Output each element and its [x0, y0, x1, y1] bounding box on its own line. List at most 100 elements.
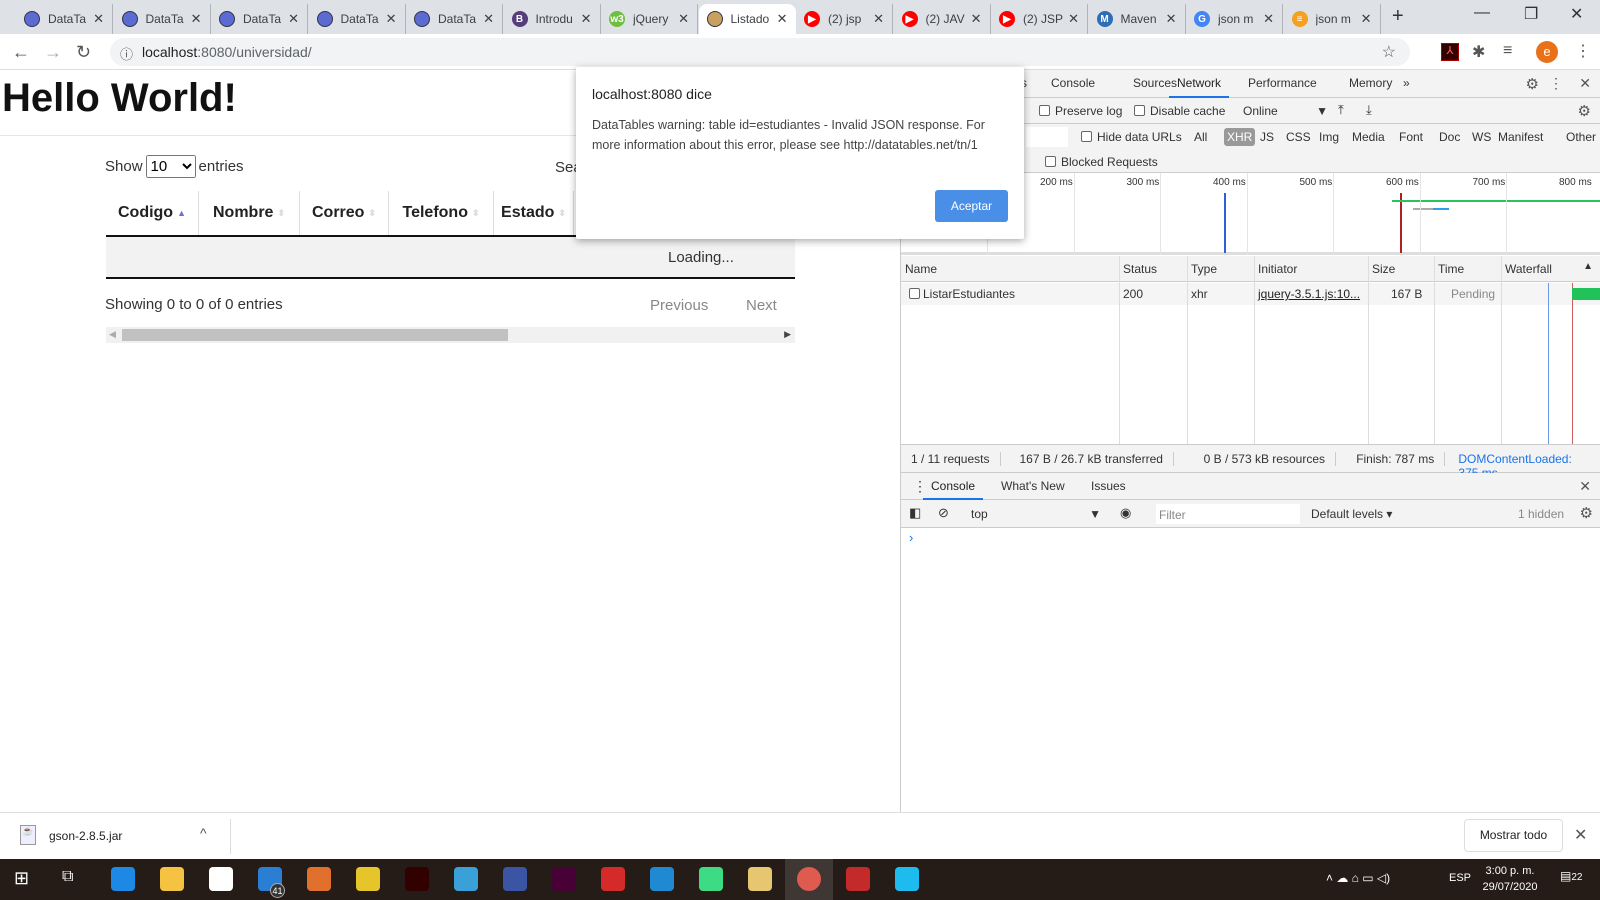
internet-explorer-icon[interactable]: [895, 867, 919, 891]
drawer-tab-whatsnew[interactable]: What's New: [1001, 479, 1065, 493]
store-icon[interactable]: [209, 867, 233, 891]
console-settings-icon[interactable]: ⚙: [1580, 504, 1593, 522]
filter-other[interactable]: Other: [1563, 128, 1599, 146]
console-prompt-icon[interactable]: ›: [909, 530, 913, 545]
groove-icon[interactable]: [307, 867, 331, 891]
task-view-icon[interactable]: ⧉: [62, 868, 73, 886]
new-tab-button[interactable]: +: [1392, 5, 1404, 28]
column-status[interactable]: Status: [1123, 262, 1157, 276]
browser-tab[interactable]: DataTa ✕: [114, 4, 211, 34]
close-tab-icon[interactable]: ✕: [1068, 11, 1079, 27]
export-har-icon[interactable]: ⤓: [1366, 102, 1372, 118]
column-header-nombre[interactable]: Nombre ⬍: [199, 191, 300, 235]
browser-tab[interactable]: ▶ (2) JAV ✕: [894, 4, 991, 34]
column-time[interactable]: Time: [1438, 262, 1464, 276]
clear-console-icon[interactable]: ⊘: [938, 505, 949, 521]
browser-tab[interactable]: DataTa ✕: [16, 4, 113, 34]
extensions-icon[interactable]: ✱: [1472, 42, 1485, 62]
horizontal-scrollbar[interactable]: ◀ ▶: [106, 327, 795, 343]
close-tab-icon[interactable]: ✕: [1361, 11, 1372, 27]
drawer-close-icon[interactable]: ✕: [1579, 478, 1591, 495]
devtools-tab-performance[interactable]: Performance: [1248, 76, 1317, 90]
request-initiator[interactable]: jquery-3.5.1.js:10...: [1258, 287, 1360, 301]
close-tab-icon[interactable]: ✕: [93, 11, 104, 27]
dreamweaver-icon[interactable]: [552, 867, 576, 891]
scrollbar-thumb[interactable]: [122, 329, 508, 341]
scroll-left-icon[interactable]: ◀: [109, 329, 116, 340]
media-queue-icon[interactable]: ≡: [1503, 42, 1512, 60]
live-expression-eye-icon[interactable]: ◉: [1120, 505, 1131, 521]
menu-kebab-icon[interactable]: ⋮: [1575, 41, 1591, 61]
profile-avatar[interactable]: e: [1536, 41, 1558, 63]
import-har-icon[interactable]: ⤒: [1338, 102, 1344, 118]
filter-js[interactable]: JS: [1257, 128, 1277, 146]
close-tab-icon[interactable]: ✕: [971, 11, 982, 27]
browser-tab[interactable]: DataTa ✕: [211, 4, 308, 34]
filter-font[interactable]: Font: [1396, 128, 1426, 146]
filter-doc[interactable]: Doc: [1436, 128, 1463, 146]
bookmark-star-icon[interactable]: ☆: [1382, 42, 1396, 62]
forward-icon[interactable]: →: [44, 42, 62, 63]
column-header-telefono[interactable]: Telefono ⬍: [389, 191, 494, 235]
throttling-select[interactable]: Online ▼: [1243, 104, 1328, 118]
edge-icon[interactable]: [111, 867, 135, 891]
filter-css[interactable]: CSS: [1283, 128, 1314, 146]
show-all-button[interactable]: Mostrar todo: [1464, 819, 1563, 852]
hub-icon[interactable]: [601, 867, 625, 891]
close-tab-icon[interactable]: ✕: [581, 11, 592, 27]
browser-tab[interactable]: M Maven ✕: [1089, 4, 1186, 34]
visio-icon[interactable]: [503, 867, 527, 891]
illustrator-icon[interactable]: [405, 867, 429, 891]
close-tab-icon[interactable]: ✕: [678, 11, 689, 27]
language-indicator[interactable]: ESP: [1449, 872, 1471, 884]
devtools-tab-memory[interactable]: Memory: [1349, 76, 1392, 90]
close-tab-icon[interactable]: ✕: [1166, 11, 1177, 27]
clock[interactable]: 3:00 p. m. 29/07/2020: [1480, 863, 1540, 895]
acrobat-pen-icon[interactable]: [846, 867, 870, 891]
browser-tab[interactable]: ▶ (2) JSP ✕: [991, 4, 1088, 34]
page-length-select[interactable]: 10: [145, 155, 196, 178]
filter-input[interactable]: [1026, 127, 1068, 147]
scroll-right-icon[interactable]: ▶: [784, 329, 791, 340]
close-tab-icon[interactable]: ✕: [386, 11, 397, 27]
android-studio-icon[interactable]: [699, 867, 723, 891]
acrobat-extension-icon[interactable]: ⅄: [1441, 43, 1459, 61]
close-window-button[interactable]: ✕: [1570, 4, 1583, 24]
column-name[interactable]: Name: [905, 262, 937, 276]
info-icon[interactable]: ⓘ: [120, 44, 133, 63]
log-levels-select[interactable]: Default levels ▾: [1311, 507, 1392, 521]
close-download-bar-icon[interactable]: ✕: [1574, 825, 1587, 845]
browser-tab[interactable]: ≡ json m ✕: [1284, 4, 1381, 34]
column-header-codigo[interactable]: Codigo ▲: [106, 191, 199, 235]
sticky-tool-icon[interactable]: [356, 867, 380, 891]
maximize-button[interactable]: ❐: [1524, 4, 1538, 24]
sidebar-toggle-icon[interactable]: ◧: [909, 505, 921, 521]
devtools-tab-network[interactable]: Network: [1169, 76, 1230, 98]
reload-icon[interactable]: ↻: [76, 42, 91, 63]
azure-storage-icon[interactable]: [454, 867, 478, 891]
blocked-requests-checkbox[interactable]: Blocked Requests: [1045, 155, 1158, 169]
next-button[interactable]: Next: [746, 297, 777, 314]
drawer-tab-console[interactable]: Console: [923, 479, 984, 500]
sort-icon[interactable]: ▲: [1583, 261, 1593, 272]
settings-gear-icon[interactable]: ⚙: [1526, 75, 1539, 93]
filter-xhr[interactable]: XHR: [1224, 128, 1256, 146]
tray-icons[interactable]: ˄ ☁ ⌂ ▭ ◁): [1326, 871, 1390, 885]
notification-center[interactable]: ▤22: [1560, 869, 1582, 883]
download-item[interactable]: gson-2.8.5.jar: [49, 829, 122, 843]
devtools-menu-icon[interactable]: ⋮: [1549, 75, 1563, 92]
drawer-tab-issues[interactable]: Issues: [1091, 479, 1126, 493]
close-tab-icon[interactable]: ✕: [191, 11, 202, 27]
request-row[interactable]: ListarEstudiantes 200 xhr jquery-3.5.1.js:1…: [901, 283, 1600, 305]
netbeans-icon[interactable]: [748, 867, 772, 891]
filter-img[interactable]: Img: [1316, 128, 1342, 146]
filter-media[interactable]: Media: [1349, 128, 1388, 146]
url-input[interactable]: ⓘ localhost:8080/universidad/ ☆: [110, 38, 1410, 66]
console-filter-input[interactable]: Filter: [1156, 504, 1300, 524]
browser-tab[interactable]: Listado ✕: [698, 4, 796, 34]
context-select[interactable]: top ▼: [971, 507, 1101, 521]
back-icon[interactable]: ←: [12, 42, 30, 63]
request-checkbox[interactable]: [909, 288, 920, 299]
column-header-correo[interactable]: Correo ⬍: [300, 191, 389, 235]
close-tab-icon[interactable]: ✕: [1263, 11, 1274, 27]
